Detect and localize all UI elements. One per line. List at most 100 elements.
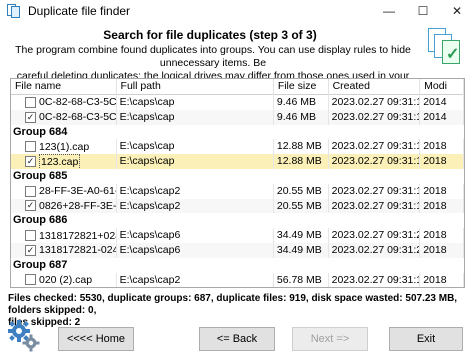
file-name-cell: ✓020-F8-83-A6-FF-25...: [11, 287, 117, 288]
duplicates-grid[interactable]: File name Full path File size Created Mo…: [10, 78, 465, 288]
file-name-cell: ✓ 123.cap: [11, 154, 117, 169]
modified-cell: 2018: [420, 272, 464, 287]
file-size-cell: 34.49 MB: [274, 242, 329, 258]
file-name-text: 123.cap: [39, 154, 81, 169]
file-name-text: 0826+28-FF-3E-A0-...: [39, 199, 116, 212]
back-button[interactable]: <= Back: [199, 327, 275, 351]
table-row[interactable]: 0C-82-68-C3-5C-64_...E:\caps\cap9.46 MB2…: [11, 95, 464, 110]
modified-cell: 2018: [420, 198, 464, 214]
table-row[interactable]: 1318172821+024.capE:\caps\cap634.49 MB20…: [11, 228, 464, 243]
description-line-1: The program combine found duplicates int…: [15, 44, 411, 69]
full-path-cell: E:\caps\cap6: [117, 242, 274, 258]
column-header-full-path[interactable]: Full path: [117, 79, 274, 95]
modified-cell: 2018: [420, 228, 464, 243]
file-name-cell: 1318172821+024.cap: [11, 228, 117, 243]
file-size-cell: 20.55 MB: [274, 198, 329, 214]
modified-cell: 2018: [420, 287, 464, 288]
maximize-button[interactable]: ☐: [406, 0, 440, 22]
file-size-cell: 20.55 MB: [274, 183, 329, 199]
file-size-cell: 12.88 MB: [274, 139, 329, 155]
wizard-header: Search for file duplicates (step 3 of 3)…: [0, 22, 474, 95]
file-name-text: 020 (2).cap: [39, 273, 93, 286]
group-header-row[interactable]: Group 687: [11, 257, 464, 273]
file-size-cell: 12.88 MB: [274, 154, 329, 169]
modified-cell: 2014: [420, 109, 464, 125]
file-size-cell: 56.78 MB: [274, 272, 329, 287]
file-size-cell: 56.78 MB: [274, 287, 329, 288]
full-path-cell: E:\caps\cap: [117, 109, 274, 125]
status-summary: Files checked: 5530, duplicate groups: 6…: [8, 293, 466, 329]
row-checkbox[interactable]: [25, 96, 36, 108]
file-name-text: 1318172821+024.cap: [39, 229, 116, 242]
row-checkbox[interactable]: [25, 141, 36, 153]
full-path-cell: E:\caps\cap2: [117, 183, 274, 199]
full-path-cell: E:\caps\cap2: [117, 198, 274, 214]
created-cell: 2023.02.27 09:31:19: [329, 287, 421, 288]
file-name-text: 1318172821-024.cap: [39, 244, 116, 257]
column-header-modified[interactable]: Modi: [420, 79, 464, 95]
created-cell: 2023.02.27 09:31:17: [329, 183, 421, 199]
step-title: Search for file duplicates (step 3 of 3): [103, 28, 317, 42]
full-path-cell: E:\caps\cap2: [117, 272, 274, 287]
table-row[interactable]: ✓1318172821-024.capE:\caps\cap634.49 MB2…: [11, 242, 464, 258]
created-cell: 2023.02.27 09:31:21: [329, 228, 421, 243]
full-path-cell: E:\caps\cap: [117, 139, 274, 155]
column-header-created[interactable]: Created: [329, 79, 421, 95]
row-checkbox[interactable]: ✓: [25, 200, 36, 212]
file-size-cell: 34.49 MB: [274, 228, 329, 243]
home-button[interactable]: <<<< Home: [58, 327, 134, 351]
created-cell: 2023.02.27 09:31:19: [329, 272, 421, 287]
window-controls: — ☐ ✕: [372, 0, 474, 22]
file-name-cell: 020 (2).cap: [11, 272, 117, 287]
table-row[interactable]: ✓0826+28-FF-3E-A0-...E:\caps\cap220.55 M…: [11, 198, 464, 214]
column-header-file-name[interactable]: File name: [11, 79, 117, 95]
next-button[interactable]: Next =>: [292, 327, 368, 351]
row-checkbox[interactable]: ✓: [25, 111, 36, 123]
table-row[interactable]: 020 (2).cap E:\caps\cap2 56.78 MB 2023.02.2…: [11, 272, 464, 287]
row-checkbox[interactable]: [25, 230, 36, 242]
file-name-text: 123(1).cap: [39, 140, 90, 153]
file-size-cell: 9.46 MB: [274, 109, 329, 125]
file-size-cell: 9.46 MB: [274, 95, 329, 110]
gears-icon[interactable]: [6, 318, 42, 354]
window-title: Duplicate file finder: [28, 4, 131, 18]
file-name-cell: 0C-82-68-C3-5C-64_...: [11, 95, 117, 110]
table-row[interactable]: ✓020-F8-83-A6-FF-25...E:\caps\cap256.78 …: [11, 287, 464, 288]
table-row[interactable]: 28-FF-3E-A0-61-2E_...E:\caps\cap220.55 M…: [11, 183, 464, 199]
close-button[interactable]: ✕: [440, 0, 474, 22]
modified-cell: 2018: [420, 183, 464, 199]
group-header-row[interactable]: Group 686: [11, 213, 464, 229]
table-row[interactable]: ✓ 123.cap E:\caps\cap 12.88 MB 2023.02.27 09…: [11, 154, 464, 169]
created-cell: 2023.02.27 09:31:21: [329, 242, 421, 258]
created-cell: 2023.02.27 09:31:16: [329, 109, 421, 125]
modified-cell: 2018: [420, 139, 464, 155]
group-header-row[interactable]: Group 685: [11, 168, 464, 184]
group-header-row[interactable]: Group 684: [11, 124, 464, 140]
file-name-cell: ✓0C-82-68-C3-5C-64_...: [11, 109, 117, 125]
table-row[interactable]: ✓0C-82-68-C3-5C-64_...E:\caps\cap9.46 MB…: [11, 109, 464, 125]
row-checkbox[interactable]: [25, 274, 36, 286]
modified-cell: 2018: [420, 242, 464, 258]
created-cell: 2023.02.27 09:31:15: [329, 154, 421, 169]
full-path-cell: E:\caps\cap6: [117, 228, 274, 243]
created-cell: 2023.02.27 09:31:16: [329, 95, 421, 110]
created-cell: 2023.02.27 09:31:15: [329, 139, 421, 155]
row-checkbox[interactable]: ✓: [25, 156, 36, 168]
file-name-cell: ✓0826+28-FF-3E-A0-...: [11, 198, 117, 214]
exit-button[interactable]: Exit: [389, 327, 463, 351]
duplicate-pages-icon: [6, 3, 22, 19]
column-header-file-size[interactable]: File size: [274, 79, 329, 95]
file-name-cell: 28-FF-3E-A0-61-2E_...: [11, 183, 117, 199]
table-row[interactable]: 123(1).cap E:\caps\cap 12.88 MB 2023.02.27 …: [11, 139, 464, 155]
status-line-1: Files checked: 5530, duplicate groups: 6…: [8, 293, 458, 316]
checked-documents-icon: ✓: [426, 28, 466, 70]
modified-cell: 2018: [420, 154, 464, 169]
grid-header: File name Full path File size Created Mo…: [11, 79, 464, 95]
row-checkbox[interactable]: ✓: [25, 244, 36, 256]
grid-body: 0C-82-68-C3-5C-64_...E:\caps\cap9.46 MB2…: [11, 95, 464, 288]
row-checkbox[interactable]: [25, 185, 36, 197]
minimize-button[interactable]: —: [372, 0, 406, 22]
title-bar: Duplicate file finder — ☐ ✕: [0, 0, 474, 22]
file-name-cell: 123(1).cap: [11, 139, 117, 155]
full-path-cell: E:\caps\cap: [117, 154, 274, 169]
